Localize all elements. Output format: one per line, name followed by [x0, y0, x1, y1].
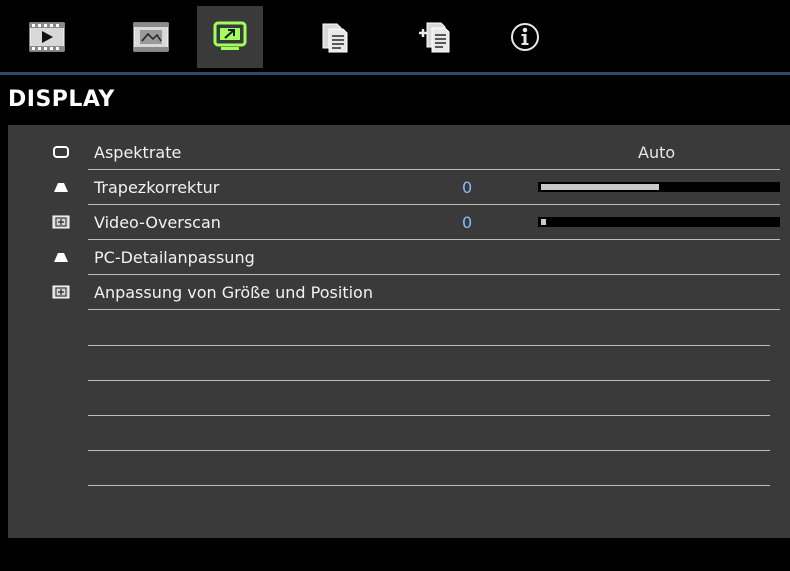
empty-row-divider	[88, 485, 770, 486]
overscan-icon	[52, 215, 70, 229]
empty-row-divider	[88, 380, 770, 381]
slider-fill	[541, 184, 659, 190]
menu-panel: Aspektrate Auto Trapezkorrektur 0 Video-…	[8, 125, 790, 538]
film-play-icon	[29, 22, 65, 52]
documents-icon	[322, 23, 348, 53]
menu-item-label: PC-Detailanpassung	[94, 248, 255, 267]
menu-item-video-overscan[interactable]: Video-Overscan 0	[8, 205, 790, 240]
menu-item-label: Video-Overscan	[94, 213, 221, 232]
tab-image[interactable]	[16, 6, 78, 68]
tab-bar	[0, 0, 790, 72]
tab-setup[interactable]	[120, 6, 182, 68]
menu-item-label: Aspektrate	[94, 143, 182, 162]
menu-item-size-position[interactable]: Anpassung von Größe und Position	[8, 275, 790, 310]
menu-item-aspektrate[interactable]: Aspektrate Auto	[8, 135, 790, 170]
trapezoid-icon	[54, 183, 68, 192]
overscan-icon	[52, 285, 70, 299]
trapezoid-icon	[54, 253, 68, 262]
tab-info[interactable]	[494, 6, 556, 68]
slider-fill	[541, 219, 546, 225]
osd-menu: DISPLAY Aspektrate Auto Trapezkorrektur …	[0, 0, 790, 571]
picture-frame-icon	[133, 22, 169, 52]
title-bar: DISPLAY	[8, 75, 790, 125]
empty-row-divider	[88, 415, 770, 416]
aspect-value: Auto	[638, 143, 676, 162]
menu-item-label: Anpassung von Größe und Position	[94, 283, 373, 302]
keystone-slider[interactable]	[538, 182, 780, 192]
keystone-value: 0	[462, 178, 473, 197]
row-divider	[88, 309, 780, 310]
page-title: DISPLAY	[8, 87, 115, 112]
menu-item-trapezkorrektur[interactable]: Trapezkorrektur 0	[8, 170, 790, 205]
menu-item-label: Trapezkorrektur	[94, 178, 220, 197]
documents-plus-icon	[419, 22, 450, 53]
info-circle-icon	[511, 23, 539, 51]
menu-item-pc-detailanpassung[interactable]: PC-Detailanpassung	[8, 240, 790, 275]
tab-advanced[interactable]	[404, 6, 466, 68]
overscan-slider[interactable]	[538, 217, 780, 227]
tab-display[interactable]	[197, 6, 263, 68]
aspect-rect-icon	[53, 146, 69, 158]
empty-row-divider	[88, 345, 770, 346]
tab-settings[interactable]	[304, 6, 366, 68]
overscan-value: 0	[462, 213, 473, 232]
footer-bar	[8, 538, 790, 571]
monitor-icon	[213, 21, 247, 50]
empty-row-divider	[88, 450, 770, 451]
